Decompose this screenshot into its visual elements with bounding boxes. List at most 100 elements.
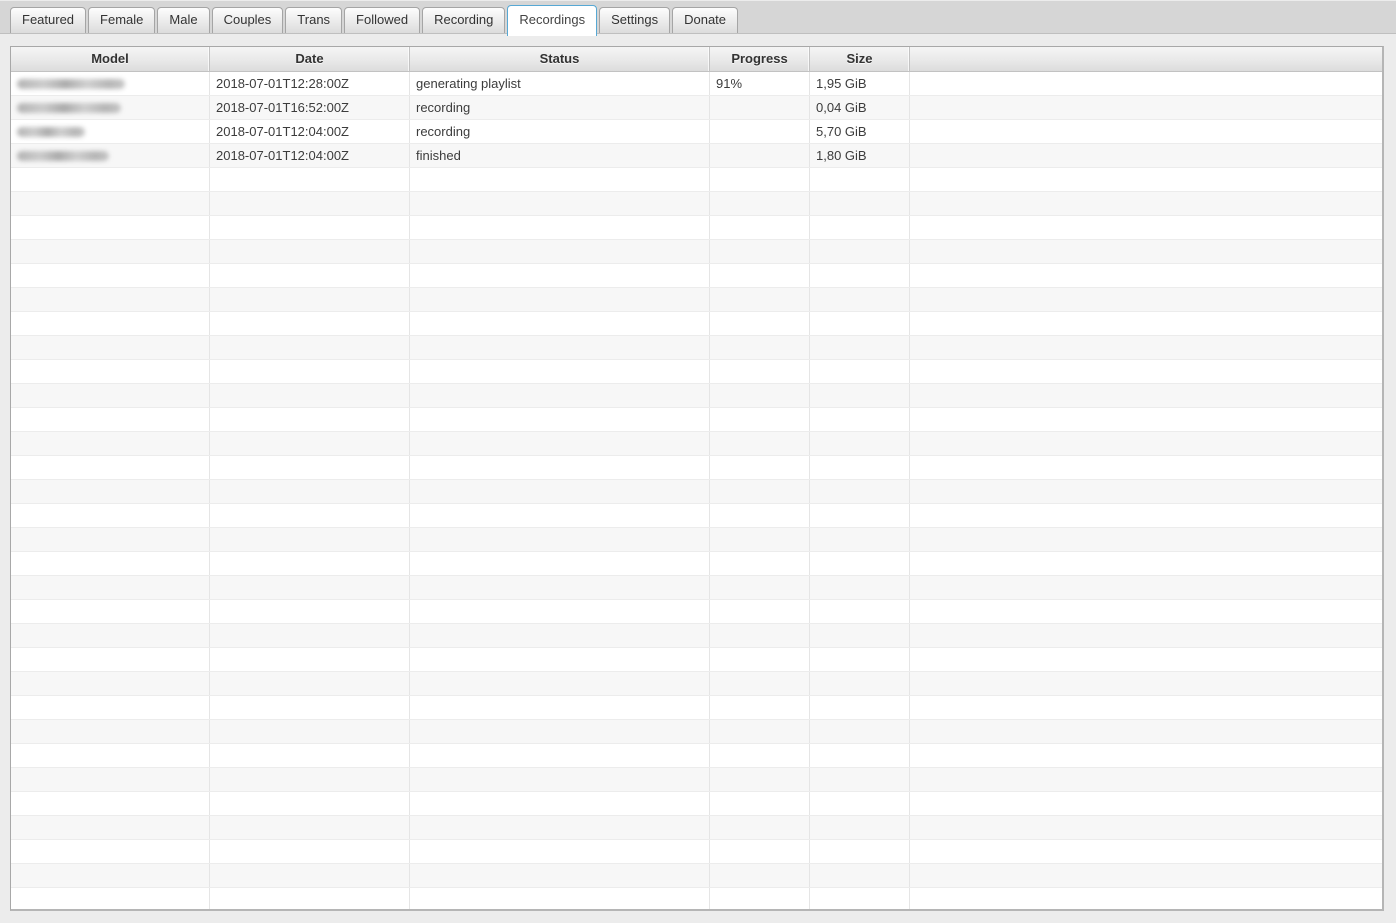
cell-date [210, 768, 410, 791]
table-row-empty [11, 504, 1382, 528]
table-row-empty [11, 264, 1382, 288]
cell-filler [910, 72, 1382, 95]
cell-model [11, 648, 210, 671]
tab-male[interactable]: Male [157, 7, 210, 33]
cell-progress [710, 96, 810, 119]
cell-progress [710, 504, 810, 527]
cell-model [11, 120, 210, 143]
column-header-progress[interactable]: Progress [710, 47, 810, 71]
cell-filler [910, 384, 1382, 407]
column-header-status[interactable]: Status [410, 47, 710, 71]
cell-date [210, 408, 410, 431]
cell-model [11, 336, 210, 359]
table-row[interactable]: 2018-07-01T12:04:00Z recording 5,70 GiB [11, 120, 1382, 144]
cell-size [810, 696, 910, 719]
cell-filler [910, 720, 1382, 743]
cell-model [11, 480, 210, 503]
cell-size [810, 672, 910, 695]
cell-date [210, 792, 410, 815]
cell-date [210, 288, 410, 311]
cell-date: 2018-07-01T16:52:00Z [210, 96, 410, 119]
column-header-date[interactable]: Date [210, 47, 410, 71]
cell-size [810, 744, 910, 767]
cell-size [810, 168, 910, 191]
cell-status [410, 264, 710, 287]
cell-progress [710, 600, 810, 623]
cell-progress [710, 720, 810, 743]
cell-filler [910, 528, 1382, 551]
cell-model [11, 816, 210, 839]
cell-status [410, 888, 710, 909]
cell-filler [910, 792, 1382, 815]
cell-progress [710, 480, 810, 503]
tab-donate[interactable]: Donate [672, 7, 739, 33]
cell-model [11, 168, 210, 191]
table-row[interactable]: 2018-07-01T16:52:00Z recording 0,04 GiB [11, 96, 1382, 120]
tab-female[interactable]: Female [88, 7, 156, 33]
cell-date [210, 192, 410, 215]
cell-date [210, 648, 410, 671]
tab-recordings[interactable]: Recordings [507, 5, 598, 36]
table-row-empty [11, 480, 1382, 504]
cell-filler [910, 816, 1382, 839]
tab-couples[interactable]: Couples [211, 7, 284, 33]
cell-size [810, 504, 910, 527]
column-header-size[interactable]: Size [810, 47, 910, 71]
cell-progress [710, 864, 810, 887]
tab-trans[interactable]: Trans [285, 7, 343, 33]
cell-date [210, 624, 410, 647]
cell-size [810, 528, 910, 551]
table-row-empty [11, 312, 1382, 336]
cell-size [810, 384, 910, 407]
cell-status [410, 744, 710, 767]
table-row[interactable]: 2018-07-01T12:28:00Z generating playlist 9… [11, 72, 1382, 96]
cell-filler [910, 576, 1382, 599]
tab-recording[interactable]: Recording [422, 7, 506, 33]
cell-progress [710, 264, 810, 287]
cell-date [210, 432, 410, 455]
cell-progress [710, 768, 810, 791]
table-row-empty [11, 576, 1382, 600]
cell-size [810, 432, 910, 455]
tab-followed[interactable]: Followed [344, 7, 421, 33]
redacted-model-name [17, 79, 125, 89]
cell-filler [910, 672, 1382, 695]
cell-progress [710, 144, 810, 167]
tab-featured[interactable]: Featured [10, 7, 87, 33]
table-row[interactable]: 2018-07-01T12:04:00Z finished 1,80 GiB [11, 144, 1382, 168]
cell-filler [910, 480, 1382, 503]
table-row-empty [11, 648, 1382, 672]
cell-model [11, 600, 210, 623]
cell-status [410, 672, 710, 695]
cell-status [410, 576, 710, 599]
cell-model [11, 264, 210, 287]
cell-status [410, 192, 710, 215]
cell-status [410, 336, 710, 359]
cell-model [11, 888, 210, 909]
cell-filler [910, 168, 1382, 191]
cell-progress [710, 192, 810, 215]
table-row-empty [11, 600, 1382, 624]
tab-settings[interactable]: Settings [599, 7, 671, 33]
table-row-empty [11, 816, 1382, 840]
column-header-model[interactable]: Model [11, 47, 210, 71]
table-row-empty [11, 696, 1382, 720]
cell-size [810, 816, 910, 839]
cell-model [11, 768, 210, 791]
cell-date [210, 336, 410, 359]
cell-progress [710, 120, 810, 143]
cell-status: recording [410, 120, 710, 143]
cell-filler [910, 264, 1382, 287]
cell-model [11, 312, 210, 335]
column-header-filler[interactable] [910, 47, 1382, 71]
table-row-empty [11, 168, 1382, 192]
cell-date [210, 240, 410, 263]
cell-size: 0,04 GiB [810, 96, 910, 119]
cell-model [11, 216, 210, 239]
cell-status [410, 384, 710, 407]
table-header-row: Model Date Status Progress Size [11, 47, 1382, 72]
cell-progress [710, 216, 810, 239]
table-row-empty [11, 744, 1382, 768]
cell-size [810, 240, 910, 263]
cell-size [810, 408, 910, 431]
